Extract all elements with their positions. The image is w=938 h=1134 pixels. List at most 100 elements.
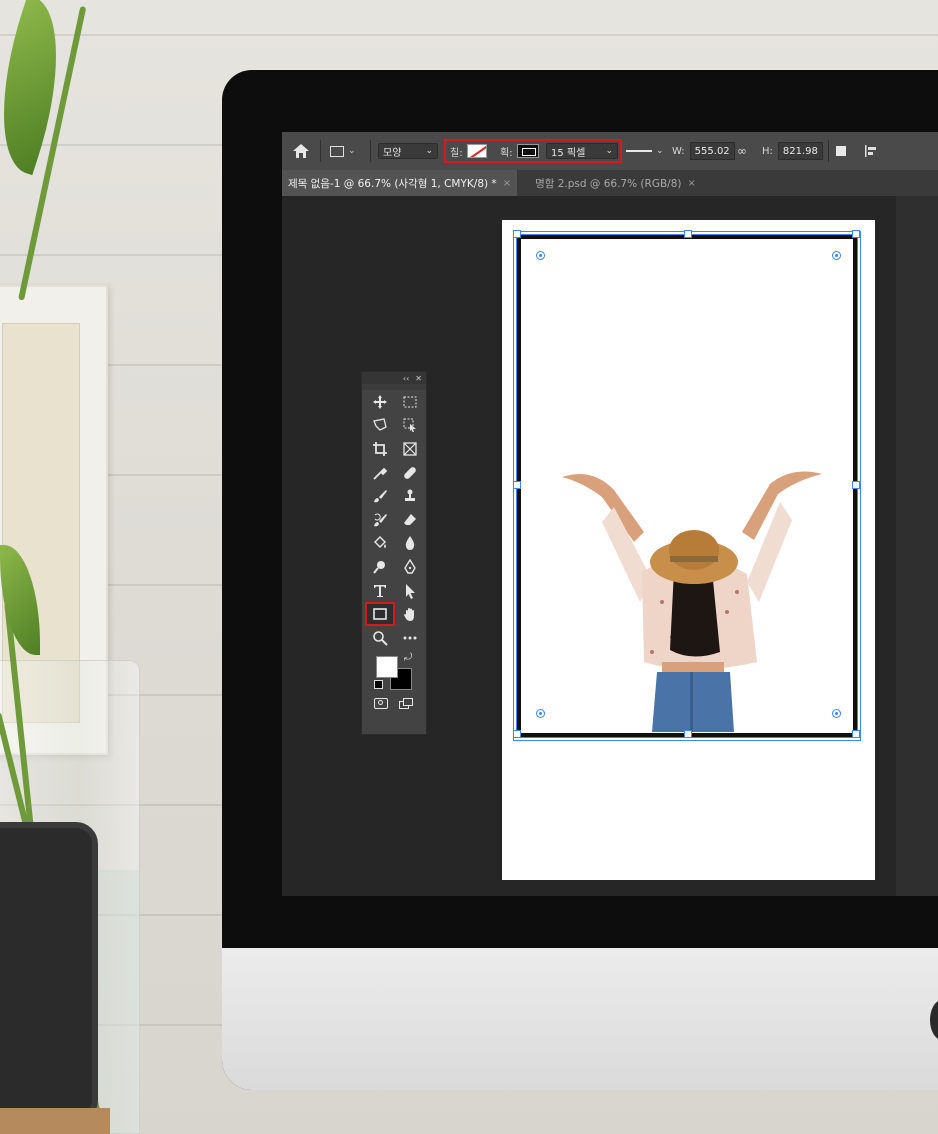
rectangle-icon <box>330 145 344 157</box>
transform-handle[interactable] <box>852 481 860 489</box>
wooden-shelf <box>0 1108 110 1134</box>
document-tabs: 제목 없음-1 @ 66.7% (사각형 1, CMYK/8) * × 명함 2… <box>282 170 938 196</box>
tool-grid <box>362 390 426 650</box>
clone-stamp-tool[interactable] <box>395 484 425 508</box>
bandage-icon <box>404 466 416 479</box>
height-input[interactable]: 821.98 <box>777 142 823 160</box>
height-label: H: <box>762 145 773 157</box>
corner-radius-handle[interactable] <box>832 709 841 718</box>
collapse-icon[interactable]: ‹‹ <box>403 374 409 383</box>
close-icon[interactable]: ✕ <box>415 374 422 383</box>
transform-handle[interactable] <box>513 730 521 738</box>
stroke-swatch[interactable] <box>516 144 539 158</box>
hand-icon <box>404 608 414 622</box>
photoshop-screen: ⌄ 모양 ⌄ 칠: 획: 15 픽셀 ⌄ ⌄ W: 555.02 ∞ H: 82… <box>282 132 938 896</box>
stroke-width-value: 15 픽셀 <box>551 147 586 159</box>
close-icon[interactable]: × <box>687 178 695 189</box>
eraser-tool[interactable] <box>395 508 425 532</box>
marquee-icon <box>403 396 417 408</box>
foreground-color-swatch[interactable] <box>376 655 398 678</box>
swap-colors-icon[interactable]: ⤾ <box>404 652 412 663</box>
default-colors-icon[interactable] <box>374 679 383 689</box>
options-bar: ⌄ 모양 ⌄ 칠: 획: 15 픽셀 ⌄ ⌄ W: 555.02 ∞ H: 82… <box>282 132 938 170</box>
path-operations-icon <box>836 146 846 156</box>
lasso-icon <box>373 418 387 432</box>
marquee-tool[interactable] <box>395 390 425 414</box>
tool-preset-picker[interactable]: ⌄ <box>330 132 356 170</box>
pen-icon <box>404 558 416 574</box>
stroke-label: 획: <box>500 147 513 159</box>
blur-tool[interactable] <box>395 532 425 556</box>
corner-radius-handle[interactable] <box>832 251 841 260</box>
home-button[interactable] <box>292 132 310 170</box>
edit-toolbar-button[interactable] <box>395 626 425 650</box>
screen-mode-button[interactable] <box>399 697 414 709</box>
fill-swatch[interactable] <box>466 144 487 158</box>
tab-untitled-1[interactable]: 제목 없음-1 @ 66.7% (사각형 1, CMYK/8) * × <box>282 170 518 196</box>
more-icon <box>403 636 417 640</box>
path-operations-button[interactable] <box>836 132 846 170</box>
smartphone <box>0 822 98 1122</box>
hand-tool[interactable] <box>395 602 425 626</box>
healing-brush-tool[interactable] <box>395 461 425 485</box>
transform-handle[interactable] <box>513 481 521 489</box>
transform-handle[interactable] <box>684 730 692 738</box>
width-label: W: <box>672 145 685 157</box>
quick-mask-icon <box>377 699 383 705</box>
zoom-tool[interactable] <box>365 626 395 650</box>
right-panel-dock <box>896 196 938 896</box>
dodge-icon <box>373 560 385 574</box>
type-icon <box>374 584 386 597</box>
close-icon[interactable]: × <box>503 178 511 189</box>
crop-tool[interactable] <box>365 437 395 461</box>
stroke-type-dropdown[interactable]: ⌄ <box>626 132 664 170</box>
stroke-width-dropdown[interactable]: 15 픽셀 ⌄ <box>546 143 618 159</box>
tools-panel: ‹‹ ✕ ⤾ <box>361 371 427 735</box>
link-icon: ∞ <box>737 144 747 158</box>
brush-tool[interactable] <box>365 484 395 508</box>
line-style-icon <box>626 150 652 152</box>
dodge-tool[interactable] <box>365 555 395 579</box>
corner-radius-handle[interactable] <box>536 709 545 718</box>
transform-handle[interactable] <box>684 230 692 238</box>
shape-mode-dropdown[interactable]: 모양 ⌄ <box>378 143 438 159</box>
chevron-down-icon: ⌄ <box>656 146 664 156</box>
corner-radius-handle[interactable] <box>536 251 545 260</box>
quick-mask-button[interactable] <box>373 697 388 709</box>
eyedropper-tool[interactable] <box>365 461 395 485</box>
pen-tool[interactable] <box>395 555 425 579</box>
transform-handle[interactable] <box>852 730 860 738</box>
crop-icon <box>373 441 387 456</box>
tab-label: 명함 2.psd @ 66.7% (RGB/8) <box>535 177 682 190</box>
chevron-down-icon: ⌄ <box>425 146 433 156</box>
shape-mode-label: 모양 <box>383 147 402 159</box>
chevron-down-icon: ⌄ <box>605 146 613 156</box>
tools-panel-header: ‹‹ ✕ <box>362 372 426 384</box>
zoom-icon <box>373 630 388 646</box>
path-selection-tool[interactable] <box>395 579 425 603</box>
paint-bucket-tool[interactable] <box>365 532 395 556</box>
lasso-tool[interactable] <box>365 414 395 438</box>
transform-handle[interactable] <box>852 230 860 238</box>
home-icon <box>293 144 309 158</box>
width-input[interactable]: 555.02 <box>689 142 735 160</box>
tab-business-card-2[interactable]: 명함 2.psd @ 66.7% (RGB/8) × <box>529 170 702 196</box>
rectangle-tool[interactable] <box>365 602 395 626</box>
object-selection-tool[interactable] <box>395 414 425 438</box>
arrow-cursor-icon <box>406 583 415 599</box>
type-tool[interactable] <box>365 579 395 603</box>
history-brush-icon <box>374 513 387 527</box>
paint-bucket-icon <box>374 536 386 549</box>
frame-tool[interactable] <box>395 437 425 461</box>
chevron-down-icon: ⌄ <box>348 146 356 156</box>
history-brush-tool[interactable] <box>365 508 395 532</box>
align-left-icon <box>865 145 876 157</box>
rectangle-shape[interactable] <box>516 234 858 738</box>
screen-mode-icon <box>403 697 414 706</box>
eyedropper-icon <box>373 467 388 480</box>
frame-icon <box>403 442 417 456</box>
transform-handle[interactable] <box>513 230 521 238</box>
path-alignment-button[interactable] <box>864 132 878 170</box>
link-dimensions-button[interactable]: ∞ <box>737 132 747 170</box>
move-tool[interactable] <box>365 390 395 414</box>
